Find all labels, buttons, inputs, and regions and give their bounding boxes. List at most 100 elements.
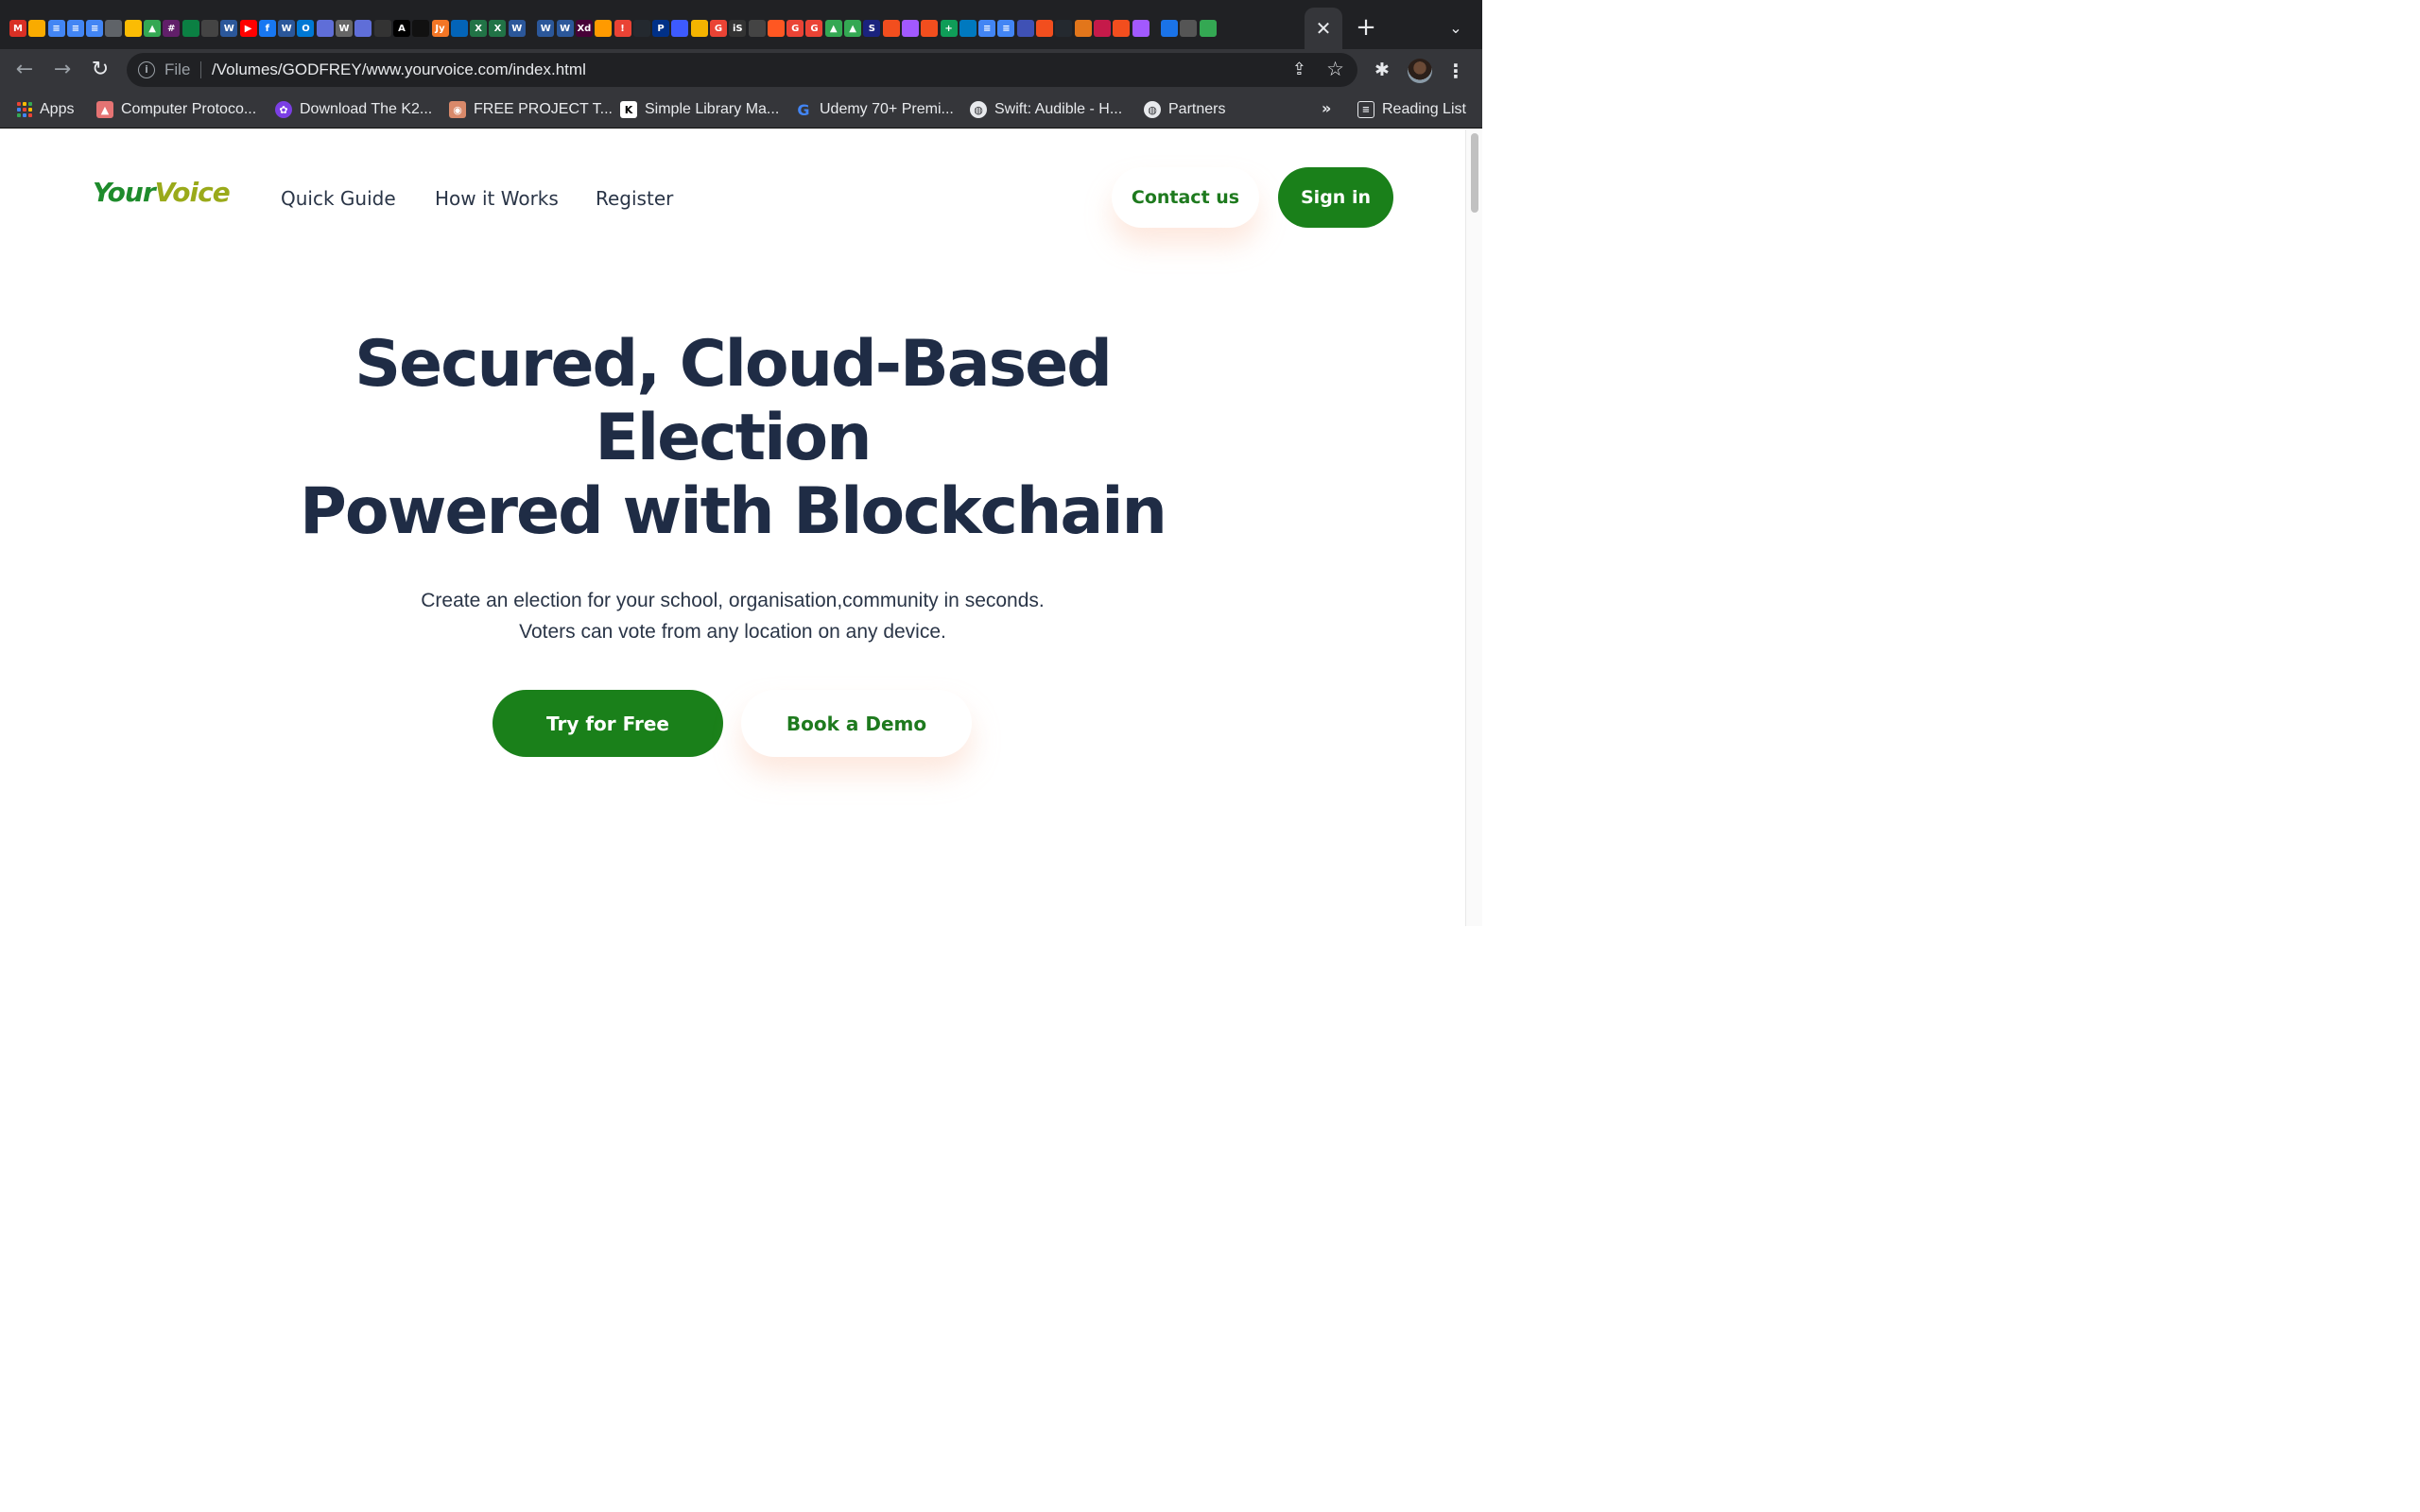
docs-icon[interactable]: ≡ [47,20,65,37]
trello-icon[interactable] [959,20,977,37]
address-url[interactable]: /Volumes/GODFREY/www.yourvoice.com/index… [212,60,586,79]
bookmarks-overflow-icon[interactable]: » [1322,99,1331,117]
app-icon[interactable] [1180,20,1198,37]
profile-avatar[interactable] [1408,59,1432,83]
contact-us-button[interactable]: Contact us [1112,167,1259,228]
keep-icon[interactable] [124,20,142,37]
back-button[interactable]: ← [11,57,38,83]
bookmark-item[interactable]: ◉ FREE PROJECT T... [449,99,613,120]
new-tab-button[interactable]: + [1354,15,1378,40]
sign-in-button[interactable]: Sign in [1278,167,1393,228]
xd-icon[interactable]: Xd [575,20,593,37]
forward-button[interactable]: → [49,57,76,83]
close-tab-icon[interactable]: ✕ [1316,17,1332,40]
app-icon[interactable]: S [863,20,881,37]
tab-search-icon[interactable]: ⌄ [1446,19,1465,38]
docs-icon[interactable]: ≡ [978,20,996,37]
docs-icon[interactable]: ≡ [86,20,104,37]
figma-icon[interactable] [1132,20,1150,37]
nav-register[interactable]: Register [596,187,673,210]
app-icon[interactable] [748,20,766,37]
raspberry-icon[interactable] [1093,20,1111,37]
facebook-icon[interactable]: f [258,20,276,37]
app-icon[interactable]: + [940,20,958,37]
figma-icon[interactable] [1113,20,1131,37]
figma-icon[interactable] [921,20,939,37]
bookmark-item[interactable]: ✿ Download The K2... [275,99,432,120]
word-icon[interactable]: W [556,20,574,37]
book-a-demo-button[interactable]: Book a Demo [741,690,972,757]
bookmark-item[interactable]: ▲ Computer Protoco... [96,99,256,120]
drive-icon[interactable]: ▲ [144,20,162,37]
docs-icon[interactable]: ≡ [66,20,84,37]
app-icon[interactable] [354,20,372,37]
hero-title: Secured, Cloud-Based Election Powered wi… [236,328,1229,549]
page-scrollbar[interactable] [1465,129,1482,926]
word-icon[interactable]: W [537,20,555,37]
figma-icon[interactable] [901,20,919,37]
app-icon[interactable] [767,20,785,37]
gmail-icon[interactable]: M [9,20,26,37]
site-logo[interactable]: YourVoice [93,177,231,208]
figma-icon[interactable] [882,20,900,37]
share-icon[interactable]: ⇪ [1292,60,1306,79]
app-icon[interactable] [1016,20,1034,37]
tab-active[interactable]: ✕ [1305,8,1342,49]
page-viewport: YourVoice Quick Guide How it Works Regis… [0,129,1465,926]
bookmark-apps[interactable]: Apps [17,99,74,120]
bookmark-item[interactable]: ◍ Swift: Audible - H... [970,99,1122,120]
word-icon[interactable]: W [220,20,238,37]
app-icon[interactable] [182,20,199,37]
onedrive-icon[interactable] [450,20,468,37]
bookmark-item[interactable]: G Udemy 70+ Premi... [795,99,953,120]
bookmark-item[interactable]: K Simple Library Ma... [620,99,779,120]
excel-icon[interactable]: X [489,20,507,37]
youtube-icon[interactable]: ▶ [239,20,257,37]
docs-icon[interactable]: ≡ [997,20,1015,37]
app-icon[interactable] [316,20,334,37]
app-icon[interactable] [373,20,391,37]
app-icon[interactable]: iS [729,20,747,37]
app-icon[interactable] [1199,20,1217,37]
extensions-puzzle-icon[interactable]: ✱ [1373,60,1392,79]
github-icon[interactable] [632,20,650,37]
word-icon[interactable]: W [508,20,526,37]
figma-icon[interactable] [1036,20,1054,37]
info-icon[interactable]: i [138,61,155,78]
drive-icon[interactable]: ▲ [824,20,842,37]
github-icon[interactable] [1055,20,1073,37]
app-icon[interactable] [412,20,430,37]
app-icon[interactable] [200,20,218,37]
bookmark-favicon-icon: ▲ [96,101,113,118]
word-icon[interactable]: W [278,20,296,37]
app-icon[interactable]: A [392,20,410,37]
browser-menu-icon[interactable]: ⋮ [1446,59,1465,83]
paypal-icon[interactable]: P [652,20,670,37]
app-icon[interactable] [671,20,689,37]
nav-how-it-works[interactable]: How it Works [435,187,559,210]
google-icon[interactable]: G [709,20,727,37]
notes-icon[interactable] [28,20,46,37]
app-icon[interactable]: ! [614,20,631,37]
outlook-icon[interactable]: O [297,20,315,37]
app-icon[interactable] [595,20,613,37]
slack-icon[interactable]: # [163,20,181,37]
paper-icon[interactable] [105,20,123,37]
try-for-free-button[interactable]: Try for Free [493,690,723,757]
google-icon[interactable]: G [786,20,804,37]
bookmark-star-icon[interactable]: ☆ [1326,58,1344,80]
app-icon[interactable] [690,20,708,37]
bookmark-item[interactable]: ◍ Partners [1144,99,1225,120]
excel-icon[interactable]: X [470,20,488,37]
app-icon[interactable] [1161,20,1179,37]
nav-quick-guide[interactable]: Quick Guide [281,187,396,210]
drive-icon[interactable]: ▲ [844,20,862,37]
reading-list-button[interactable]: ≡ Reading List [1357,99,1466,120]
wikipedia-icon[interactable]: W [336,20,354,37]
address-bar[interactable]: i File /Volumes/GODFREY/www.yourvoice.co… [127,53,1357,87]
reload-button[interactable]: ↻ [87,57,113,83]
scrollbar-thumb[interactable] [1471,133,1478,213]
app-icon[interactable]: Jy [431,20,449,37]
google-icon[interactable]: G [805,20,823,37]
app-icon[interactable] [1074,20,1092,37]
